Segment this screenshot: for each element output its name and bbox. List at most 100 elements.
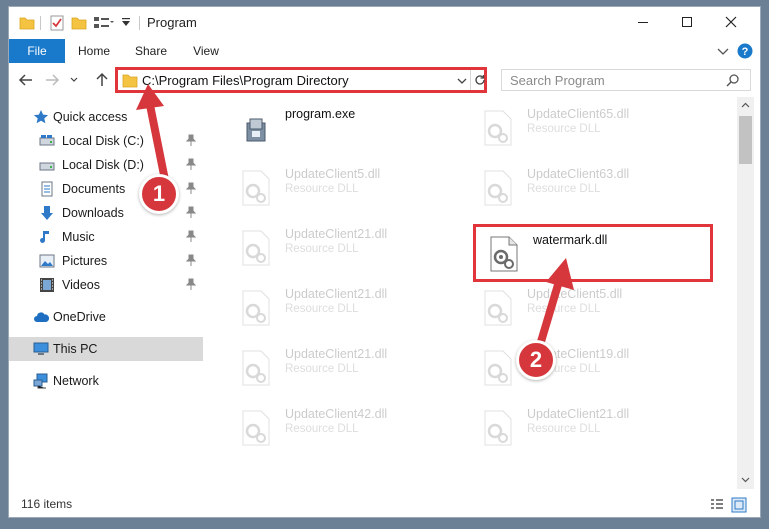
dll-icon [484,170,512,206]
sidebar-item-label: Network [53,374,99,388]
sidebar-item-label: Local Disk (C:) [62,134,144,148]
file-item[interactable]: UpdateClient21.dll Resource DLL [229,283,459,331]
minimize-button[interactable] [621,7,665,37]
help-icon[interactable]: ? [737,43,753,59]
file-item[interactable]: UpdateClient5.dll Resource DLL [471,283,701,331]
folder-icon[interactable] [19,15,35,31]
exe-icon [246,118,266,142]
dll-icon [242,170,270,206]
file-item[interactable]: UpdateClient5.dll Resource DLL [229,163,459,211]
scroll-up-button[interactable] [737,97,754,114]
expand-ribbon-icon[interactable] [715,43,731,59]
customize-quick-access-icon[interactable] [120,16,132,28]
tab-share[interactable]: Share [125,39,177,63]
tab-view[interactable]: View [183,39,229,63]
vertical-scrollbar[interactable] [737,97,754,489]
chevron-down-icon [70,77,78,82]
file-name: UpdateClient5.dll [285,167,381,181]
pin-icon[interactable] [185,206,197,218]
recent-locations-button[interactable] [65,71,83,89]
chevron-down-icon[interactable] [455,73,469,89]
file-item[interactable]: UpdateClient63.dll Resource DLL [471,163,701,211]
sidebar-item-music[interactable]: Music [9,225,203,249]
sidebar-item-this-pc[interactable]: This PC [9,337,203,361]
sidebar-item-onedrive[interactable]: OneDrive [9,305,203,329]
pin-icon[interactable] [185,182,197,194]
up-button[interactable] [93,71,111,89]
maximize-icon [682,17,692,27]
sidebar-item-label: Quick access [53,110,128,124]
pin-icon[interactable] [185,230,197,242]
close-icon [725,16,737,28]
file-item[interactable]: UpdateClient21.dll Resource DLL [471,403,701,451]
file-name: program.exe [285,107,356,121]
properties-check-icon[interactable] [49,15,65,31]
music-icon [40,231,49,243]
refresh-button[interactable] [470,70,488,90]
sidebar-item-network[interactable]: Network [9,369,203,393]
file-name: UpdateClient21.dll [285,287,388,301]
svg-text:?: ? [742,46,749,58]
search-icon[interactable] [726,73,740,87]
explorer-window: Program File Home Share View ? C:\Progra… [8,6,761,518]
scroll-down-button[interactable] [737,471,754,488]
sidebar-item-local-disk-c[interactable]: Local Disk (C:) [9,129,203,153]
divider [139,16,140,30]
new-folder-icon[interactable] [71,15,87,31]
drive-icon [39,162,55,171]
ribbon-tabs: File Home Share View ? [9,39,760,63]
file-type: Resource DLL [285,363,359,375]
status-bar: 116 items [9,491,760,517]
dll-icon [242,290,270,326]
file-name: UpdateClient65.dll [527,107,630,121]
address-path[interactable]: C:\Program Files\Program Directory [142,73,349,88]
watermark-highlight-box [473,224,713,282]
minimize-icon [638,22,648,23]
sidebar-item-videos[interactable]: Videos [9,273,203,297]
chevron-down-icon [741,477,750,483]
maximize-button[interactable] [665,7,709,37]
file-item[interactable]: UpdateClient65.dll Resource DLL [471,103,701,151]
file-type: Resource DLL [527,123,601,135]
pin-icon[interactable] [185,254,197,266]
sidebar-item-pictures[interactable]: Pictures [9,249,203,273]
details-view-icon[interactable] [709,497,725,513]
back-arrow-icon [18,74,32,86]
dll-icon [484,410,512,446]
pin-icon[interactable] [185,278,197,290]
large-icons-view-icon[interactable] [731,497,747,513]
file-type: Resource DLL [527,423,601,435]
tab-home[interactable]: Home [69,39,119,63]
item-count: 116 items [21,497,73,511]
file-type: Resource DLL [527,183,601,195]
sidebar-item-local-disk-d[interactable]: Local Disk (D:) [9,153,203,177]
dll-icon [242,410,270,446]
address-bar[interactable]: C:\Program Files\Program Directory [115,67,487,93]
pin-icon[interactable] [185,158,197,170]
file-item[interactable]: UpdateClient19.dll Resource DLL [471,343,701,391]
sidebar-item-label: Pictures [62,254,108,268]
search-input[interactable]: Search Program [510,73,605,88]
pin-icon[interactable] [185,134,197,146]
step-1-badge: 1 [139,174,179,214]
properties-icon[interactable] [93,15,115,31]
tab-file[interactable]: File [9,39,65,63]
cloud-icon [34,312,49,322]
search-box[interactable]: Search Program [501,69,751,91]
videos-icon [40,278,54,292]
network-icon [33,373,48,389]
file-item[interactable]: UpdateClient21.dll Resource DLL [229,343,459,391]
file-list: program.exe UpdateClient65.dll Resource … [221,99,737,489]
file-item[interactable]: program.exe [229,103,459,151]
star-icon [33,110,49,124]
close-button[interactable] [709,7,753,37]
scroll-thumb[interactable] [739,116,752,164]
forward-button[interactable] [43,71,61,89]
chevron-up-icon [741,102,750,108]
file-item[interactable]: UpdateClient21.dll Resource DLL [229,223,459,271]
folder-icon [122,74,138,88]
file-item[interactable]: UpdateClient42.dll Resource DLL [229,403,459,451]
file-name: UpdateClient21.dll [285,227,388,241]
back-button[interactable] [17,71,35,89]
sidebar-item-quick-access[interactable]: Quick access [9,105,203,129]
